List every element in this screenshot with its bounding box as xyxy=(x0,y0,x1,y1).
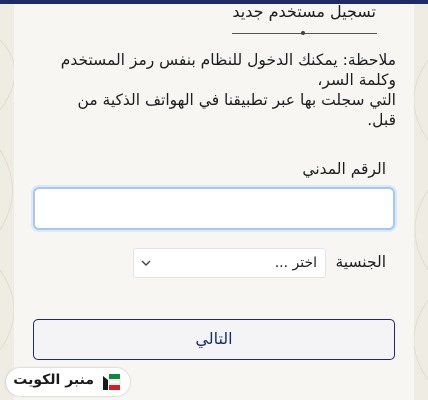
login-note: ملاحظة: يمكنك الدخول للنظام بنفس رمز الم… xyxy=(36,50,396,130)
page-title: تسجيل مستخدم جديد xyxy=(232,2,376,21)
civil-id-input[interactable] xyxy=(33,187,395,230)
watermark-badge: منبر الكويت xyxy=(6,368,130,396)
civil-id-label: الرقم المدني xyxy=(302,160,386,178)
note-line: قبل. xyxy=(367,111,396,129)
title-underline-dot xyxy=(301,31,305,35)
kuwait-flag-logo-icon xyxy=(103,374,121,390)
note-line: التي سجلت بها عبر تطبيقنا في الهواتف الذ… xyxy=(77,91,396,109)
chevron-down-icon xyxy=(141,260,151,266)
nationality-selected-value: اختر ... xyxy=(274,255,317,271)
nationality-label: الجنسية xyxy=(335,253,386,271)
next-button[interactable]: التالي xyxy=(33,319,395,360)
note-line: ملاحظة: يمكنك الدخول للنظام بنفس رمز الم… xyxy=(60,51,396,69)
nationality-select[interactable]: اختر ... xyxy=(133,248,326,278)
watermark-text: منبر الكويت xyxy=(13,372,94,388)
note-line: وكلمة السر، xyxy=(317,71,396,89)
